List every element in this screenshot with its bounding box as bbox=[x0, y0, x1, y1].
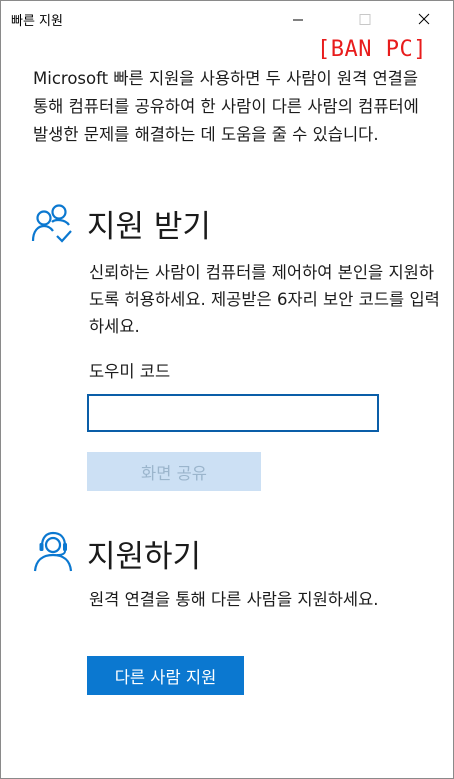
ban-pc-stamp: [BAN PC] bbox=[317, 37, 427, 62]
maximize-button bbox=[341, 1, 387, 39]
close-icon bbox=[418, 13, 430, 25]
title-bar[interactable]: 빠른 지원 bbox=[1, 1, 453, 39]
give-help-description: 원격 연결을 통해 다른 사람을 지원하세요. bbox=[89, 590, 379, 609]
minimize-button[interactable] bbox=[275, 1, 321, 39]
give-help-heading: 지원하기 bbox=[87, 539, 202, 575]
headset-person-icon bbox=[33, 531, 73, 572]
maximize-icon bbox=[359, 14, 371, 25]
minimize-icon bbox=[293, 19, 303, 21]
people-check-icon bbox=[31, 204, 72, 243]
window-title: 빠른 지원 bbox=[11, 14, 63, 29]
share-screen-button[interactable]: 화면 공유 bbox=[87, 452, 261, 491]
helper-code-label: 도우미 코드 bbox=[89, 362, 171, 381]
get-help-description: 신뢰하는 사람이 컴퓨터를 제어하여 본인을 지원하도록 허용하세요. 제공받은… bbox=[89, 263, 440, 336]
quick-assist-window: 빠른 지원 [BAN PC] Microsoft 빠른 지원을 사용하면 두 사… bbox=[0, 0, 454, 779]
helper-code-input[interactable] bbox=[87, 394, 379, 432]
help-someone-button[interactable]: 다른 사람 지원 bbox=[87, 656, 244, 695]
get-help-heading: 지원 받기 bbox=[87, 209, 211, 245]
intro-text: Microsoft 빠른 지원을 사용하면 두 사람이 원격 연결을 통해 컴퓨… bbox=[33, 69, 419, 144]
close-button[interactable] bbox=[399, 1, 445, 39]
